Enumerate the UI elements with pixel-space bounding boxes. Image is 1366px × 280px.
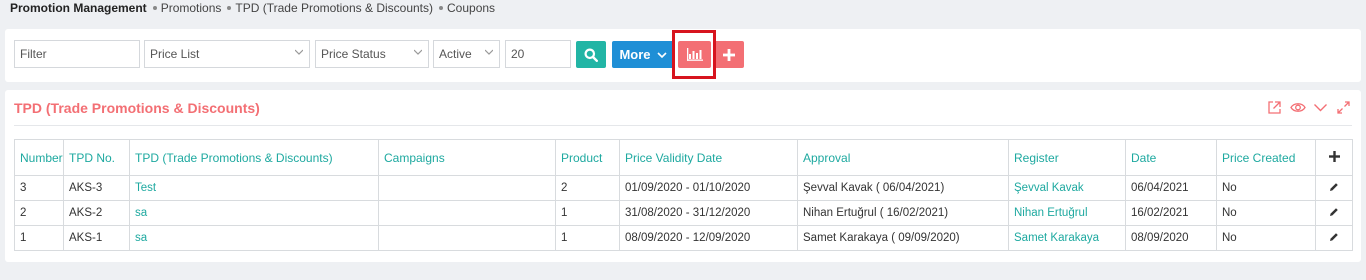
pencil-icon — [1330, 207, 1338, 216]
filter-toolbar: Filter Price List Price Status Active 20… — [5, 29, 1361, 82]
filter-placeholder: Filter — [20, 47, 47, 61]
add-button[interactable] — [714, 41, 744, 68]
col-header-price-validity[interactable]: Price Validity Date — [619, 139, 798, 176]
cell-price-created: No — [1216, 225, 1316, 251]
cell-product: 1 — [555, 225, 620, 251]
col-header-date[interactable]: Date — [1125, 139, 1217, 176]
eye-icon[interactable] — [1290, 100, 1306, 115]
cell-product: 1 — [555, 200, 620, 226]
status-select[interactable]: Active — [433, 40, 500, 68]
table-row: 1 AKS-1 sa 1 08/09/2020 - 12/09/2020 Sam… — [14, 225, 1353, 251]
cell-product: 2 — [555, 175, 620, 201]
filter-input[interactable]: Filter — [14, 40, 140, 68]
cell-price-created: No — [1216, 200, 1316, 226]
cell-approval: Nihan Ertuğrul ( 16/02/2021) — [797, 200, 1009, 226]
pencil-icon — [1330, 182, 1338, 191]
price-status-select[interactable]: Price Status — [315, 40, 429, 68]
cell-validity: 08/09/2020 - 12/09/2020 — [619, 225, 798, 251]
add-row-button[interactable] — [1315, 139, 1353, 176]
breadcrumb: Promotion Management Promotions TPD (Tra… — [10, 1, 495, 15]
tpd-panel: TPD (Trade Promotions & Discounts) Numbe… — [5, 90, 1361, 262]
collapse-icon[interactable] — [1313, 100, 1328, 115]
expand-icon[interactable] — [1336, 100, 1351, 115]
pencil-icon — [1330, 232, 1338, 241]
search-icon — [584, 48, 598, 62]
more-label: More — [619, 47, 651, 62]
edit-button[interactable] — [1315, 225, 1353, 251]
cell-campaigns — [378, 200, 556, 226]
cell-price-created: No — [1216, 175, 1316, 201]
page-size-value: 20 — [511, 47, 525, 61]
cell-tpd-name-link[interactable]: sa — [129, 225, 379, 251]
panel-divider — [14, 125, 1352, 126]
cell-approval: Samet Karakaya ( 09/09/2020) — [797, 225, 1009, 251]
col-header-approval[interactable]: Approval — [797, 139, 1009, 176]
panel-title: TPD (Trade Promotions & Discounts) — [14, 100, 260, 116]
cell-campaigns — [378, 225, 556, 251]
table-row: 3 AKS-3 Test 2 01/09/2020 - 01/10/2020 Ş… — [14, 175, 1353, 201]
cell-approval: Şevval Kavak ( 06/04/2021) — [797, 175, 1009, 201]
breadcrumb-item-promotions[interactable]: Promotions — [152, 1, 221, 15]
price-list-value: Price List — [150, 47, 200, 61]
report-chart-button[interactable] — [678, 41, 711, 68]
more-dropdown-button[interactable]: More — [612, 41, 674, 68]
cell-date: 16/02/2021 — [1125, 200, 1217, 226]
price-status-value: Price Status — [321, 47, 386, 61]
plus-icon — [1328, 150, 1340, 162]
cell-register-link[interactable]: Şevval Kavak — [1008, 175, 1126, 201]
cell-number: 3 — [14, 175, 64, 201]
cell-validity: 01/09/2020 - 01/10/2020 — [619, 175, 798, 201]
col-header-campaigns[interactable]: Campaigns — [378, 139, 556, 176]
bar-chart-icon — [686, 48, 703, 61]
cell-tpd-no: AKS-3 — [63, 175, 130, 201]
price-list-select[interactable]: Price List — [144, 40, 310, 68]
cell-number: 2 — [14, 200, 64, 226]
edit-button[interactable] — [1315, 175, 1353, 201]
cell-register-link[interactable]: Nihan Ertuğrul — [1008, 200, 1126, 226]
col-header-register[interactable]: Register — [1008, 139, 1126, 176]
cell-tpd-no: AKS-2 — [63, 200, 130, 226]
col-header-product[interactable]: Product — [555, 139, 620, 176]
cell-number: 1 — [14, 225, 64, 251]
cell-tpd-no: AKS-1 — [63, 225, 130, 251]
search-button[interactable] — [576, 41, 606, 68]
cell-register-link[interactable]: Samet Karakaya — [1008, 225, 1126, 251]
share-icon[interactable] — [1267, 100, 1282, 115]
panel-actions — [1267, 100, 1351, 115]
cell-tpd-name-link[interactable]: Test — [129, 175, 379, 201]
cell-campaigns — [378, 175, 556, 201]
cell-date: 06/04/2021 — [1125, 175, 1217, 201]
tpd-table: Number TPD No. TPD (Trade Promotions & D… — [14, 139, 1353, 251]
status-value: Active — [439, 47, 472, 61]
plus-icon — [723, 48, 735, 61]
chevron-down-icon — [414, 49, 422, 55]
cell-tpd-name-link[interactable]: sa — [129, 200, 379, 226]
breadcrumb-item-coupons[interactable]: Coupons — [439, 1, 495, 15]
cell-date: 08/09/2020 — [1125, 225, 1217, 251]
page-size-input[interactable]: 20 — [505, 40, 571, 68]
table-header-row: Number TPD No. TPD (Trade Promotions & D… — [14, 139, 1353, 176]
chevron-down-icon — [656, 51, 667, 58]
col-header-number[interactable]: Number — [14, 139, 64, 176]
col-header-tpd-no[interactable]: TPD No. — [63, 139, 130, 176]
table-row: 2 AKS-2 sa 1 31/08/2020 - 31/12/2020 Nih… — [14, 200, 1353, 226]
cell-validity: 31/08/2020 - 31/12/2020 — [619, 200, 798, 226]
chevron-down-icon — [295, 49, 303, 55]
breadcrumb-root[interactable]: Promotion Management — [10, 1, 147, 15]
edit-button[interactable] — [1315, 200, 1353, 226]
col-header-price-created[interactable]: Price Created — [1216, 139, 1316, 176]
chevron-down-icon — [485, 49, 493, 55]
breadcrumb-item-tpd[interactable]: TPD (Trade Promotions & Discounts) — [227, 1, 433, 15]
col-header-tpd-name[interactable]: TPD (Trade Promotions & Discounts) — [129, 139, 379, 176]
